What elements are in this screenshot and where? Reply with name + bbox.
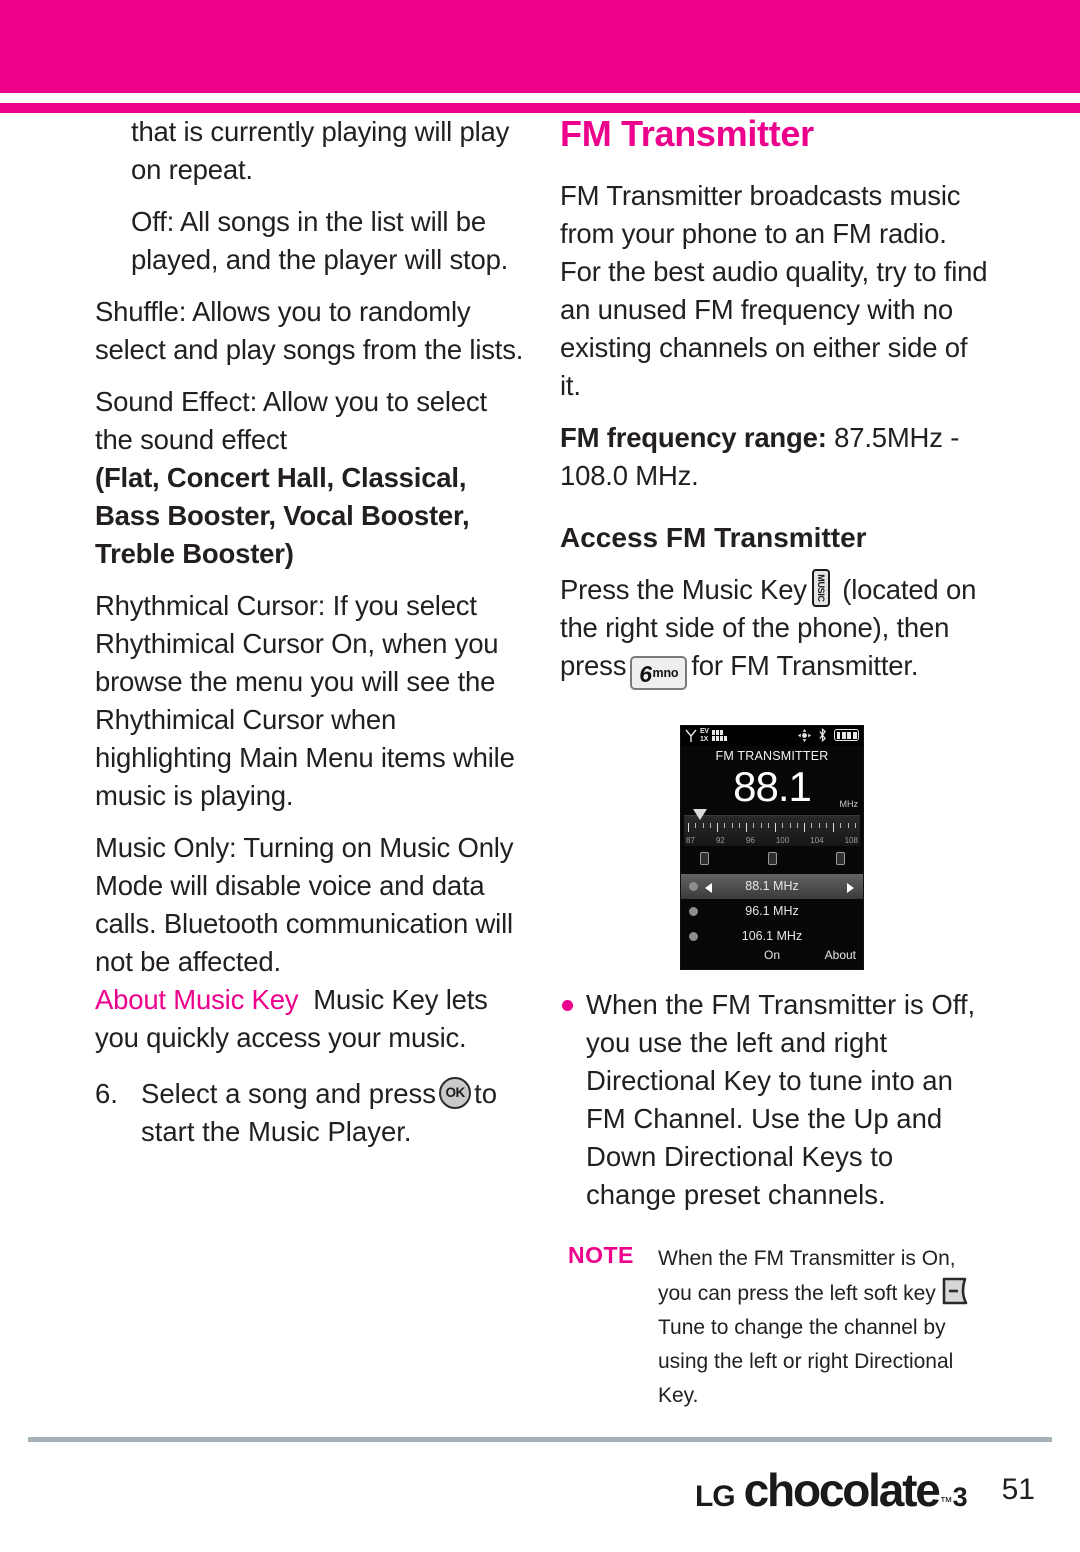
step-6-item: 6. Select a song and press OK to start the … [95, 1075, 525, 1151]
page-body: that is currently playing will play on r… [0, 113, 1080, 1423]
battery-icon [834, 729, 859, 741]
arrow-left-icon[interactable] [705, 883, 712, 893]
step-6-number: 6. [95, 1078, 118, 1109]
right-column: FM Transmitter FM Transmitter broadcasts… [560, 113, 990, 1413]
access-fm-heading: Access FM Transmitter [560, 522, 867, 553]
preset-radio-icon [689, 932, 698, 941]
preset-marker-icon [768, 852, 777, 865]
lg-brand-label: LG [694, 1480, 736, 1513]
network-1x-label: 1X [700, 735, 708, 743]
page-footer: LG chocolate ™ 3 51 [0, 1455, 1080, 1525]
paragraph-shuffle: Shuffle: Allows you to randomly select a… [95, 296, 524, 365]
fm-frequency-range: FM frequency range: 87.5MHz - 108.0 MHz. [560, 419, 990, 495]
soft-key-icon [941, 1276, 975, 1306]
key-6-letters: mno [652, 666, 679, 680]
sound-effect-options: (Flat, Concert Hall, Classical, Bass Boo… [95, 462, 470, 569]
preset-markers [684, 846, 860, 872]
about-music-key-paragraph: About Music Key Music Key lets you quick… [95, 981, 525, 1057]
preset-list-item[interactable]: 96.1 MHz [681, 899, 863, 924]
music-key-icon: MUSIC [811, 569, 830, 607]
preset-value: 96.1 MHz [745, 904, 799, 918]
chocolate-brand-label: chocolate [743, 1464, 941, 1516]
phone-screenshot: EV 1X FM TRANSMITTER 88.1 MHz 87 92 96 1… [680, 725, 864, 970]
footer-divider [28, 1437, 1052, 1442]
access-text-1: Press the Music Key [560, 574, 807, 605]
preset-value: 88.1 MHz [745, 879, 799, 893]
scale-label: 92 [715, 836, 725, 845]
paragraph-repeat: that is currently playing will play on r… [131, 116, 510, 185]
fm-intro-paragraph: FM Transmitter broadcasts music from you… [560, 180, 988, 401]
trademark-symbol: ™ [939, 1494, 953, 1509]
ok-key-icon: OK [439, 1077, 472, 1109]
left-column: that is currently playing will play on r… [95, 113, 525, 1151]
phone-frequency-display: 88.1 MHz [681, 764, 863, 813]
page-title: FM Transmitter [560, 113, 814, 154]
frequency-scale-labels: 87 92 96 100 104 108 [686, 836, 858, 845]
fm-off-bullet-text: When the FM Transmitter is Off, you use … [586, 989, 976, 1210]
preset-radio-icon [689, 907, 698, 916]
frequency-pointer-icon [693, 809, 707, 820]
arrow-right-icon[interactable] [847, 883, 854, 893]
paragraph-off: Off: All songs in the list will be playe… [131, 206, 509, 275]
signal-bars-icon [711, 730, 727, 741]
note-label: NOTE [568, 1242, 634, 1268]
preset-value: 106.1 MHz [741, 929, 803, 943]
scale-label: 108 [844, 836, 858, 845]
key-6-mno-icon: 6mno [630, 656, 688, 690]
scale-label: 100 [775, 836, 790, 845]
preset-list-item[interactable]: 106.1 MHz [681, 924, 863, 949]
phone-status-bar: EV 1X [681, 726, 863, 746]
phone-frequency-unit: MHz [839, 799, 859, 809]
network-ev-label: EV [700, 728, 709, 735]
phone-soft-keys: On About [681, 948, 863, 966]
page-number: 51 [1001, 1473, 1035, 1506]
brand-version-label: 3 [952, 1482, 968, 1512]
header-pink-band [0, 0, 1080, 93]
preset-radio-icon [689, 882, 698, 891]
paragraph-music-only: Music Only: Turning on Music Only Mode w… [95, 832, 514, 977]
note-text-2: Tune to change the channel by using the … [658, 1316, 954, 1407]
phone-frequency-scale: 87 92 96 100 104 108 [684, 809, 860, 846]
fm-frequency-range-label: FM frequency range: [560, 422, 827, 453]
step-6-text-before: Select a song and press [141, 1078, 437, 1109]
preset-list-item[interactable]: 88.1 MHz [681, 874, 863, 899]
fm-off-bullet: When the FM Transmitter is Off, you use … [560, 986, 990, 1214]
preset-marker-icon [836, 852, 845, 865]
preset-list: 88.1 MHz 96.1 MHz 106.1 MHz [681, 874, 863, 949]
antenna-icon [685, 729, 697, 742]
key-6-digit: 6 [639, 661, 652, 687]
access-fm-instructions: Press the Music Key MUSIC (located on the… [560, 569, 990, 690]
preset-marker-icon [700, 852, 709, 865]
softkey-on[interactable]: On [764, 948, 780, 962]
phone-frequency-value: 88.1 [733, 763, 812, 810]
network-indicator: EV 1X [700, 728, 709, 743]
scale-label: 87 [686, 836, 695, 845]
ok-key-label: OK [445, 1085, 465, 1100]
bluetooth-icon [819, 728, 826, 742]
paragraph-sound-effect: Sound Effect: Allow you to select the so… [95, 386, 487, 455]
access-text-3: for FM Transmitter. [691, 650, 919, 681]
note-text-1: When the FM Transmitter is On, you can p… [658, 1247, 956, 1305]
lg-chocolate-logo: LG chocolate ™ 3 [695, 1463, 968, 1517]
note-block: NOTE When the FM Transmitter is On, you … [560, 1242, 990, 1413]
about-music-key-label: About Music Key [95, 984, 299, 1015]
music-key-label: MUSIC [815, 574, 826, 602]
softkey-about[interactable]: About [825, 948, 856, 962]
bullet-dot-icon [562, 1000, 573, 1011]
paragraph-rhythmical-cursor: Rhythmical Cursor: If you select Rhythim… [95, 590, 515, 811]
header-pink-rule [0, 103, 1080, 113]
scale-label: 104 [810, 836, 824, 845]
scale-label: 96 [745, 836, 755, 845]
gps-icon [798, 728, 811, 742]
phone-screen-title: FM TRANSMITTER [715, 749, 829, 763]
